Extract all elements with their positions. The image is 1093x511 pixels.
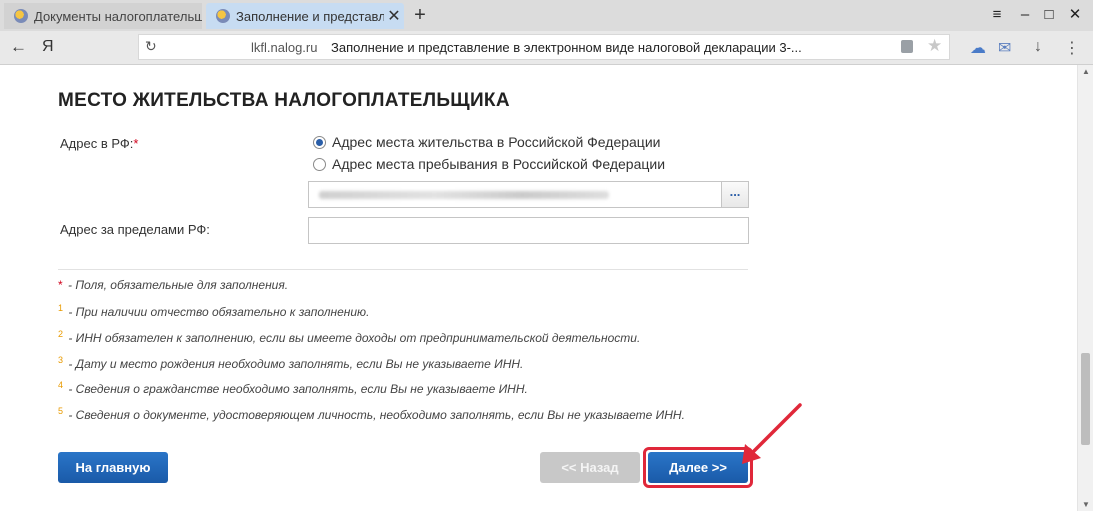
note-4: 4 - Сведения о гражданстве необходимо за… xyxy=(58,380,528,396)
address-page-title: Заполнение и представление в электронном… xyxy=(331,40,802,55)
scrollbar-thumb[interactable] xyxy=(1081,353,1090,445)
abroad-address-field[interactable] xyxy=(308,217,749,244)
page-scrollbar[interactable]: ▲ ▼ xyxy=(1077,65,1093,511)
radio-button[interactable] xyxy=(313,157,326,171)
radio-label: Адрес места жительства в Российской Феде… xyxy=(332,134,661,150)
section-heading: МЕСТО ЖИТЕЛЬСТВА НАЛОГОПЛАТЕЛЬЩИКА xyxy=(58,90,510,111)
address-rf-label: Адрес в РФ:* xyxy=(60,136,139,151)
annotation-arrow-icon xyxy=(742,403,802,464)
blurred-address-value xyxy=(319,191,609,199)
tab-declaration[interactable]: Заполнение и представл ✕ xyxy=(206,3,404,29)
scroll-down-icon[interactable]: ▼ xyxy=(1082,500,1090,509)
tab-close-icon[interactable]: ✕ xyxy=(384,6,404,26)
address-rf-field[interactable]: ... xyxy=(308,181,749,208)
tab-bar: Документы налогоплательщ Заполнение и пр… xyxy=(0,0,1093,31)
address-domain: lkfl.nalog.ru xyxy=(251,40,318,55)
radio-stay[interactable]: Адрес места пребывания в Российской Феде… xyxy=(313,156,665,172)
divider xyxy=(58,269,748,270)
site-favicon-icon xyxy=(216,9,230,23)
home-button[interactable]: На главную xyxy=(58,452,168,483)
tab-label: Документы налогоплательщ xyxy=(34,8,202,24)
note-required: * - Поля, обязательные для заполнения. xyxy=(58,278,289,292)
close-window-button[interactable]: ✕ xyxy=(1064,4,1086,26)
reload-icon[interactable]: ↻ xyxy=(145,38,157,55)
minimize-button[interactable]: – xyxy=(1014,4,1036,26)
address-picker-button[interactable]: ... xyxy=(721,182,748,207)
note-5: 5 - Сведения о документе, удостоверяющем… xyxy=(58,406,685,422)
radio-residence[interactable]: Адрес места жительства в Российской Феде… xyxy=(313,134,660,150)
back-arrow-icon[interactable]: ← xyxy=(10,37,27,57)
next-button-highlight xyxy=(643,447,753,488)
cloud-download-icon[interactable]: ☁ xyxy=(970,38,986,58)
back-button[interactable]: << Назад xyxy=(540,452,640,483)
downloads-icon[interactable]: ↓ xyxy=(1034,38,1042,56)
note-2: 2 - ИНН обязателен к заполнению, если вы… xyxy=(58,329,641,345)
radio-label: Адрес места пребывания в Российской Феде… xyxy=(332,156,666,172)
lock-icon[interactable] xyxy=(901,40,913,53)
tab-documents[interactable]: Документы налогоплательщ xyxy=(4,3,202,29)
maximize-button[interactable]: □ xyxy=(1038,4,1060,26)
note-3: 3 - Дату и место рождения необходимо зап… xyxy=(58,355,524,371)
scroll-up-icon[interactable]: ▲ xyxy=(1082,67,1090,76)
address-bar[interactable]: ↻ lkfl.nalog.ru Заполнение и представлен… xyxy=(138,34,950,60)
bookmark-star-icon[interactable]: ★ xyxy=(927,36,942,56)
required-mark: * xyxy=(133,136,139,151)
navigation-bar: ← Я ↻ lkfl.nalog.ru Заполнение и предста… xyxy=(0,31,1093,65)
new-tab-button[interactable]: + xyxy=(410,4,430,26)
more-icon[interactable]: ⋮ xyxy=(1064,38,1080,58)
radio-button[interactable] xyxy=(313,135,326,149)
tab-label: Заполнение и представл xyxy=(236,8,384,24)
site-favicon-icon xyxy=(14,9,28,23)
abroad-address-label: Адрес за пределами РФ: xyxy=(60,222,210,237)
mail-icon[interactable]: ✉ xyxy=(998,38,1011,58)
yandex-logo-icon[interactable]: Я xyxy=(42,37,54,57)
menu-icon[interactable]: ≡ xyxy=(986,4,1008,26)
note-1: 1 - При наличии отчество обязательно к з… xyxy=(58,303,370,319)
